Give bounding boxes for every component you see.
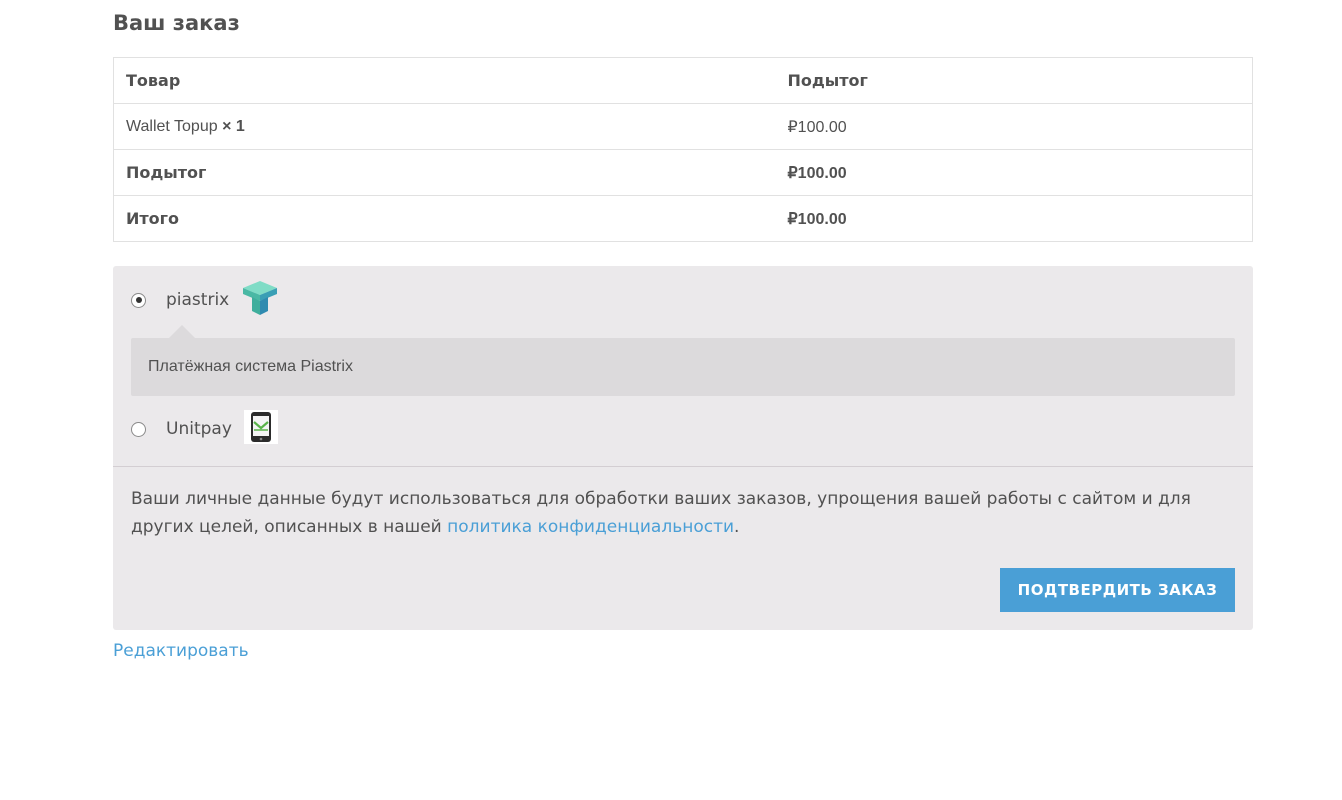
privacy-policy-link[interactable]: политика конфиденциальности: [447, 517, 734, 537]
table-header-row: Товар Подытог: [113, 57, 1253, 104]
unitpay-radio[interactable]: [131, 421, 146, 437]
subtotal-header: Подытог: [775, 57, 1253, 104]
table-row: Wallet Topup × 1 ₽100.00: [113, 103, 1253, 150]
payment-panel: piastrix Платёжная система Piastrix Unit…: [113, 266, 1253, 630]
privacy-end: .: [734, 517, 740, 537]
item-price: ₽100.00: [775, 103, 1253, 150]
subtotal-value: ₽100.00: [775, 149, 1253, 196]
item-cell: Wallet Topup × 1: [113, 103, 776, 150]
page-title: Ваш заказ: [113, 11, 240, 35]
unitpay-phone-icon: [243, 410, 278, 448]
total-row: Итого ₽100.00: [114, 196, 1253, 242]
unitpay-label[interactable]: Unitpay: [166, 419, 232, 439]
payment-method-unitpay[interactable]: Unitpay: [131, 409, 278, 449]
piastrix-description-box: Платёжная система Piastrix: [131, 325, 1235, 396]
subtotal-row: Подытог ₽100.00: [113, 149, 1253, 196]
piastrix-label[interactable]: piastrix: [166, 290, 229, 310]
piastrix-description: Платёжная система Piastrix: [148, 358, 353, 375]
piastrix-logo-icon: [241, 279, 279, 321]
item-qty: × 1: [222, 117, 245, 135]
edit-link[interactable]: Редактировать: [113, 638, 249, 664]
payment-divider: [113, 466, 1253, 467]
item-name: Wallet Topup: [126, 117, 218, 135]
product-header: Товар: [113, 57, 776, 104]
payment-method-piastrix[interactable]: piastrix: [131, 280, 279, 320]
piastrix-radio[interactable]: [131, 292, 146, 308]
total-label: Итого: [126, 209, 180, 228]
place-order-button[interactable]: ПОДТВЕРДИТЬ ЗАКАЗ: [1000, 568, 1235, 612]
order-table: Товар Подытог Wallet Topup × 1 ₽100.00 П…: [113, 57, 1253, 242]
subtotal-label: Подытог: [113, 149, 776, 196]
privacy-notice: Ваши личные данные будут использоваться …: [131, 485, 1231, 541]
total-value: ₽100.00: [787, 210, 847, 228]
